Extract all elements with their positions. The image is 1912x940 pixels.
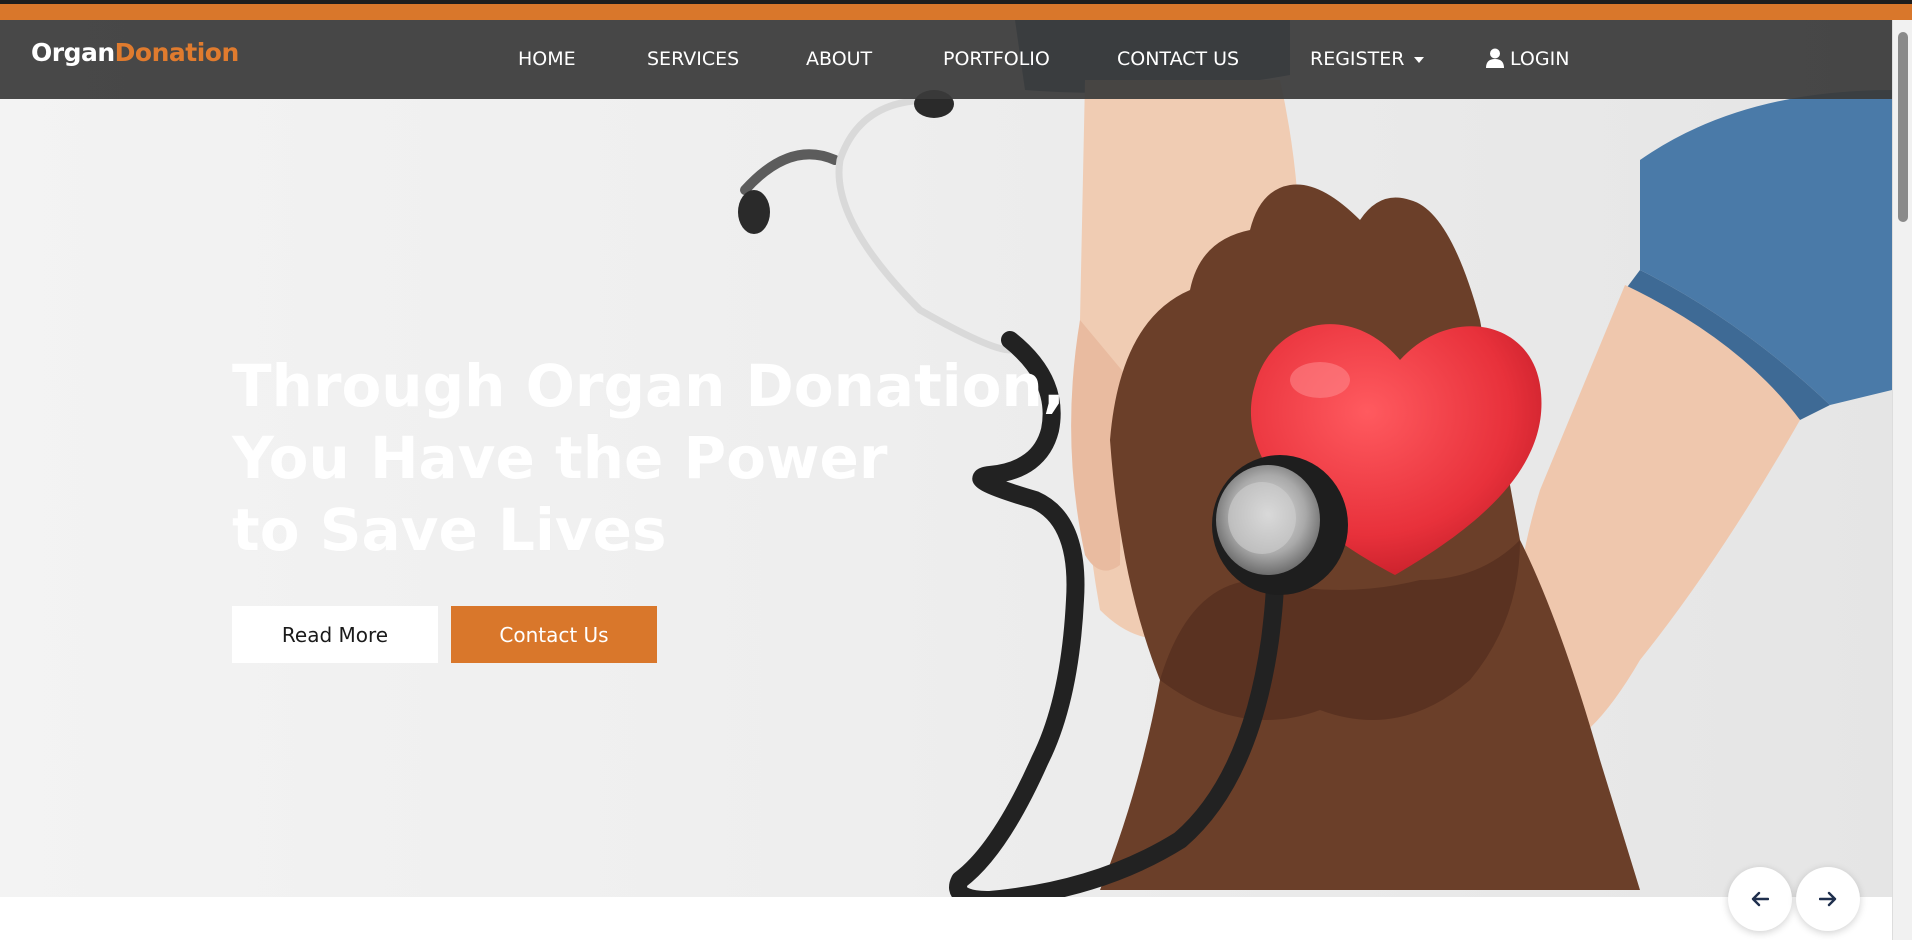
hero-title-line2: You Have the Power xyxy=(232,424,888,492)
caret-down-icon xyxy=(1414,56,1425,63)
nav-portfolio[interactable]: PORTFOLIO xyxy=(943,48,1050,70)
nav-services[interactable]: SERVICES xyxy=(647,48,739,70)
hero-title-line1: Through Organ Donation, xyxy=(232,352,1065,420)
nav-about[interactable]: ABOUT xyxy=(806,48,872,70)
contact-us-button[interactable]: Contact Us xyxy=(451,606,657,663)
brand-text-donation: Donation xyxy=(114,38,240,67)
hero-slider: Through Organ Donation, You Have the Pow… xyxy=(0,20,1892,897)
arrow-right-icon xyxy=(1819,891,1837,907)
arrow-left-icon xyxy=(1751,891,1769,907)
carousel-next-button[interactable] xyxy=(1796,867,1860,931)
nav-register-label: REGISTER xyxy=(1310,48,1405,70)
nav-home[interactable]: HOME xyxy=(518,48,576,70)
brand-logo[interactable]: OrganDonation xyxy=(31,38,239,67)
brand-text-organ: Organ xyxy=(31,38,115,67)
nav-contact-us[interactable]: CONTACT US xyxy=(1117,48,1239,70)
navbar: OrganDonation HOME SERVICES ABOUT PORTFO… xyxy=(0,20,1892,99)
carousel-prev-button[interactable] xyxy=(1728,867,1792,931)
read-more-button[interactable]: Read More xyxy=(232,606,438,663)
top-accent-bar xyxy=(0,0,1912,20)
scrollbar-thumb[interactable] xyxy=(1898,32,1908,222)
nav-login[interactable]: LOGIN xyxy=(1486,48,1569,70)
nav-login-label: LOGIN xyxy=(1510,48,1570,70)
hero-title-line3: to Save Lives xyxy=(232,496,667,564)
nav-register-dropdown[interactable]: REGISTER xyxy=(1310,48,1425,70)
user-icon xyxy=(1486,48,1504,68)
page-scrollbar[interactable] xyxy=(1892,20,1912,940)
hero-title: Through Organ Donation, You Have the Pow… xyxy=(232,350,1065,566)
